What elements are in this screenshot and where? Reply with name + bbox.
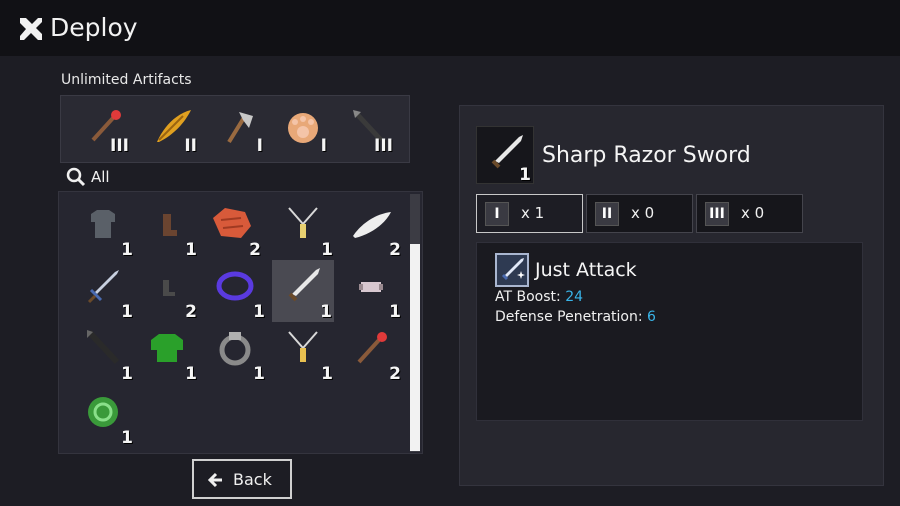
inventory-slot[interactable]: 2 [341, 322, 403, 384]
tier-quantity: x 0 [741, 204, 765, 222]
item-count: 2 [389, 364, 401, 384]
inventory-slot[interactable]: 1 [273, 322, 335, 384]
tier-quantity: x 0 [631, 204, 655, 222]
artifact-tier: II [184, 136, 197, 156]
stat-label: Defense Penetration: [495, 309, 643, 325]
cat-paw-icon [288, 113, 318, 143]
gold-necklace-icon [288, 331, 318, 362]
inventory-slot[interactable]: 1 [273, 198, 335, 260]
item-count: 1 [121, 240, 133, 260]
meat-steak-icon [213, 208, 251, 238]
tier-badge: III [705, 202, 729, 226]
back-button[interactable]: Back [192, 459, 292, 499]
crossed-swords-icon [20, 18, 42, 40]
just-attack-skill-icon [495, 253, 529, 287]
item-count: 2 [249, 240, 261, 260]
page-title: Deploy [50, 13, 138, 42]
inventory-slot[interactable]: 2 [201, 198, 263, 260]
skill-info-box: Just Attack AT Boost: 24 Defense Penetra… [476, 242, 863, 421]
stat-value: 6 [647, 309, 656, 325]
item-name: Sharp Razor Sword [542, 143, 751, 168]
item-count: 1 [320, 302, 332, 322]
unlimited-slot-1[interactable]: III [75, 100, 131, 156]
inventory-slot[interactable]: 1 [205, 260, 267, 322]
inventory-slot[interactable]: 1 [73, 260, 135, 322]
tier-2-button[interactable]: II x 0 [586, 194, 693, 233]
unlimited-artifacts-bar: III II I I III [60, 95, 410, 163]
item-count: 1 [121, 302, 133, 322]
tier-3-button[interactable]: III x 0 [696, 194, 803, 233]
bracer-icon [359, 282, 383, 292]
purple-ring-icon [216, 271, 254, 301]
iron-ring-icon [219, 332, 251, 366]
unlimited-artifacts-label: Unlimited Artifacts [61, 72, 192, 88]
silver-necklace-icon [288, 207, 318, 238]
stat-label: AT Boost: [495, 289, 561, 305]
filter-label: All [91, 168, 110, 186]
chainmail-icon [91, 210, 115, 238]
unlimited-slot-3[interactable]: I [209, 100, 265, 156]
leather-boot-icon [163, 214, 177, 236]
unlimited-slot-2[interactable]: II [143, 100, 199, 156]
inventory-slot[interactable]: 1 [137, 322, 199, 384]
back-arrow-icon [207, 472, 222, 488]
green-tunic-icon [151, 334, 183, 362]
item-count: 1 [121, 428, 133, 448]
inventory-slot[interactable]: 1 [341, 260, 403, 322]
item-count: 1 [253, 364, 265, 384]
black-spear-icon [86, 329, 120, 365]
razor-sword-icon [288, 268, 320, 302]
short-sword-icon [87, 270, 119, 304]
inventory-grid[interactable]: 1 1 2 1 2 1 2 1 1 1 1 1 1 1 2 1 [58, 191, 423, 454]
inventory-slot[interactable]: 2 [137, 260, 199, 322]
scrollbar-thumb[interactable] [410, 244, 420, 451]
green-orb-icon [88, 397, 118, 427]
item-count: 1 [121, 364, 133, 384]
artifact-tier: III [110, 136, 129, 156]
dark-boot-icon [163, 280, 175, 296]
red-wand-icon [357, 332, 387, 364]
inventory-slot[interactable]: 1 [137, 198, 199, 260]
tier-badge: II [595, 202, 619, 226]
stat-defense-penetration: Defense Penetration: 6 [495, 309, 656, 325]
white-feather-icon [353, 212, 391, 238]
axe-icon [227, 112, 253, 144]
tier-badge: I [485, 202, 509, 226]
artifact-tier: I [256, 136, 263, 156]
artifact-tier: III [374, 136, 393, 156]
unlimited-slot-4[interactable]: I [273, 100, 329, 156]
item-count: 1 [321, 364, 333, 384]
tier-1-button[interactable]: I x 1 [476, 194, 583, 233]
inventory-slot[interactable]: 1 [73, 322, 135, 384]
stat-value: 24 [565, 289, 584, 305]
item-count: 1 [185, 364, 197, 384]
inventory-scrollbar[interactable] [410, 194, 420, 452]
skill-name: Just Attack [535, 259, 637, 281]
top-bar: Deploy [0, 0, 900, 56]
artifact-tier: I [320, 136, 327, 156]
item-count: 1 [253, 302, 265, 322]
stat-at-boost: AT Boost: 24 [495, 289, 583, 305]
item-count: 1 [185, 240, 197, 260]
item-count: 1 [519, 165, 531, 185]
tier-quantity: x 1 [521, 204, 545, 222]
inventory-slot[interactable]: 1 [73, 386, 135, 448]
item-detail-panel: 1 Sharp Razor Sword I x 1 II x 0 III x 0… [459, 105, 884, 486]
selected-item-slot: 1 [476, 126, 534, 185]
search-icon [66, 167, 86, 187]
inventory-slot[interactable]: 2 [341, 198, 403, 260]
back-label: Back [233, 470, 272, 489]
item-count: 2 [389, 240, 401, 260]
item-count: 1 [321, 240, 333, 260]
inventory-slot[interactable]: 1 [205, 322, 267, 384]
item-count: 1 [389, 302, 401, 322]
inventory-slot-selected[interactable]: 1 [272, 260, 334, 322]
unlimited-slot-5[interactable]: III [339, 100, 395, 156]
item-count: 2 [185, 302, 197, 322]
inventory-slot[interactable]: 1 [73, 198, 135, 260]
